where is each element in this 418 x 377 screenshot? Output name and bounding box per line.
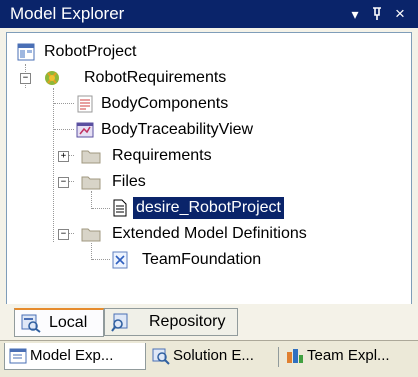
tree-line (92, 259, 110, 260)
close-icon[interactable]: × (389, 3, 411, 25)
tree-node-extended-model-definitions[interactable]: Extended Model Definitions (81, 223, 381, 245)
tab-model-explorer[interactable]: Model Exp... (4, 343, 146, 370)
tree-node-robotproject[interactable]: RobotProject (17, 41, 217, 63)
model-explorer-icon (9, 347, 27, 365)
tab-team-explorer[interactable]: Team Expl... (282, 343, 414, 369)
pin-icon[interactable] (366, 3, 388, 25)
tree-node-label: BodyComponents (101, 95, 229, 112)
tree-line (91, 243, 92, 260)
window-title: Model Explorer (10, 4, 125, 23)
tree-line (92, 208, 110, 209)
tab-label: Repository (149, 313, 226, 330)
tab-label: Model Exp... (30, 347, 114, 364)
collapse-toggle[interactable]: − (58, 229, 69, 240)
tree-node-teamfoundation[interactable]: TeamFoundation (111, 249, 331, 271)
collapse-toggle[interactable]: − (58, 177, 69, 188)
tree-view[interactable]: RobotProject − RobotRequirements BodyCom… (6, 32, 412, 306)
title-bar: Model Explorer ▾ × (0, 0, 418, 28)
tree-node-requirements-folder[interactable]: Requirements (81, 145, 281, 167)
folder-icon (81, 147, 101, 165)
expand-toggle[interactable]: + (58, 151, 69, 162)
tree-node-label: BodyTraceabilityView (101, 121, 254, 138)
tree-node-desire-robotproject[interactable]: desire_RobotProject (111, 197, 331, 219)
tab-label: Solution E... (173, 347, 254, 364)
folder-open-icon (81, 173, 101, 191)
tree-line (53, 88, 54, 242)
tree-node-label-selected: desire_RobotProject (133, 197, 284, 219)
tree-node-label: Requirements (112, 147, 212, 164)
traceability-view-icon (76, 121, 94, 139)
model-explorer-window: Model Explorer ▾ × RobotProject − RobotR… (0, 0, 418, 377)
tree-line (54, 129, 74, 130)
tree-node-bodycomponents[interactable]: BodyComponents (76, 93, 276, 115)
file-icon (111, 199, 129, 217)
model-icon (43, 69, 61, 87)
folder-open-icon (81, 225, 101, 243)
team-explorer-icon (286, 347, 304, 365)
project-icon (17, 43, 35, 61)
tab-repository[interactable]: Repository (104, 308, 238, 336)
local-icon (21, 313, 41, 333)
tree-node-bodytraceabilityview[interactable]: BodyTraceabilityView (76, 119, 316, 141)
tab-label: Local (49, 314, 88, 331)
tree-node-robotrequirements[interactable]: RobotRequirements (43, 67, 263, 89)
tree-line (54, 103, 74, 104)
tab-local[interactable]: Local (14, 308, 104, 337)
solution-explorer-icon (152, 347, 170, 365)
diagram-icon (76, 95, 94, 113)
tree-node-files-folder[interactable]: Files (81, 171, 281, 193)
tree-node-label: RobotRequirements (84, 69, 227, 86)
tree-node-label: TeamFoundation (142, 251, 262, 268)
dropdown-icon[interactable]: ▾ (344, 3, 366, 25)
tree-node-label: Files (112, 173, 146, 190)
tab-solution-explorer[interactable]: Solution E... (148, 343, 276, 369)
tree-node-label: Extended Model Definitions (112, 225, 307, 242)
xml-icon (111, 251, 129, 269)
tree-node-label: RobotProject (44, 43, 137, 60)
collapse-toggle[interactable]: − (20, 73, 31, 84)
tab-label: Team Expl... (307, 347, 390, 364)
repository-icon (111, 312, 131, 332)
tree-line (91, 191, 92, 209)
tab-separator (278, 347, 279, 367)
